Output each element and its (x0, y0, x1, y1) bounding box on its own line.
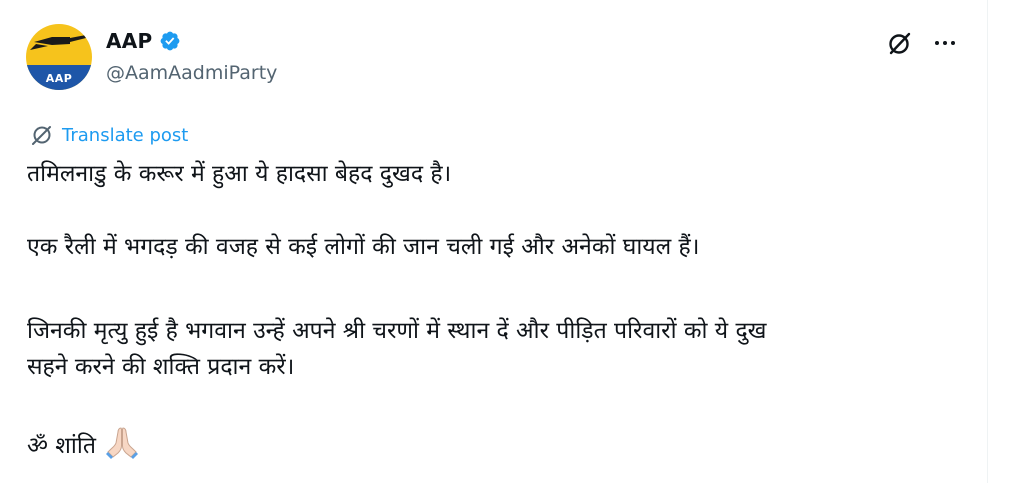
tweet-text-line: एक रैली में भगदड़ की वजह से कई लोगों की … (27, 234, 700, 260)
grok-icon[interactable] (884, 27, 916, 59)
tweet-text-line: जिनकी मृत्यु हुई है भगवान उन्हें अपने श्… (27, 318, 767, 344)
tweet-text-line-last: ॐ शांति (27, 425, 140, 463)
translate-icon (32, 126, 51, 145)
timeline-divider (987, 0, 988, 483)
display-name-row[interactable]: AAP (106, 28, 181, 54)
avatar[interactable]: AAP (26, 24, 92, 90)
tweet-text-line: सहने करने की शक्ति प्रदान करें। (27, 354, 295, 380)
verified-badge-icon[interactable] (159, 30, 181, 52)
avatar-text: AAP (45, 72, 73, 85)
display-name[interactable]: AAP (106, 29, 153, 53)
folded-hands-emoji-icon (105, 427, 138, 459)
tweet-text-line: तमिलनाडु के करूर में हुआ ये हादसा बेहद द… (27, 161, 452, 187)
translate-post-button[interactable]: Translate post (30, 122, 188, 148)
more-options-icon[interactable] (930, 27, 962, 59)
account-handle[interactable]: @AamAadmiParty (106, 62, 277, 84)
tweet-text-om-shanti: ॐ शांति (27, 433, 96, 459)
translate-post-label[interactable]: Translate post (62, 125, 188, 146)
